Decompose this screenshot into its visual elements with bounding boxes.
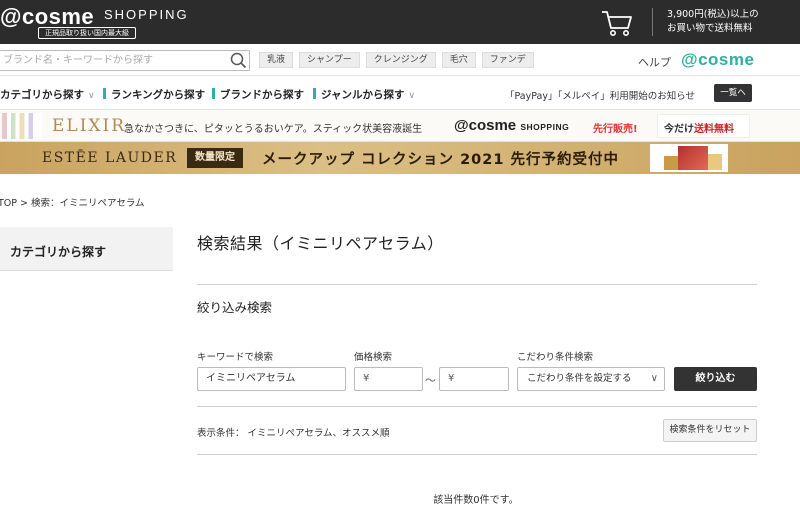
category-nav: カテゴリから探す ∨ ランキングから探す ブランドから探す ジャンルから探す ∨ 「…	[0, 76, 800, 110]
banner-cosme-logo: @cosme SHOPPING	[454, 117, 569, 134]
banner-free-shipping: 今だけ送料無料	[664, 120, 734, 135]
free-shipping-notice: 3,900円(税込)以上の お買い物で送料無料	[652, 8, 800, 36]
nav-category[interactable]: カテゴリから探す ∨	[0, 87, 95, 102]
divider	[197, 454, 757, 455]
limited-badge: 数量限定	[187, 148, 243, 168]
banner-cosme-text: @cosme	[454, 117, 517, 134]
sidebar-category-header[interactable]: カテゴリから探す	[0, 227, 173, 271]
tag-foundation[interactable]: ファンデ	[481, 52, 534, 68]
nav-ranking[interactable]: ランキングから探す	[103, 87, 205, 102]
tag-nyueki[interactable]: 乳液	[259, 52, 294, 68]
search-row: 乳液 シャンプー クレンジング 毛穴 ファンデ ヘルプ @cosme	[0, 44, 800, 76]
help-link[interactable]: ヘルプ	[638, 54, 671, 70]
chevron-down-icon: ∨	[88, 91, 95, 101]
free-shipping-line2: お買い物で送料無料	[667, 23, 753, 34]
product-image	[2, 113, 42, 139]
banner-brand: ESTĒE LAUDER	[42, 150, 178, 166]
banner-brand: ELIXIR	[52, 116, 127, 136]
price-min-input[interactable]: ¥	[354, 367, 423, 391]
price-range-tilde: 〜	[425, 374, 436, 387]
payment-notice-link[interactable]: 「PayPay」「メルペイ」利用開始のお知らせ	[505, 88, 695, 102]
banner-shopping-text: SHOPPING	[520, 122, 570, 132]
nav-divider	[313, 88, 316, 99]
estee-lauder-banner[interactable]: ESTĒE LAUDER 数量限定 メークアップ コレクション 2021 先行予…	[0, 142, 800, 174]
breadcrumb[interactable]: TOP > 検索：イミニリペアセラム	[0, 195, 145, 209]
chevron-down-icon: ∨	[650, 373, 658, 384]
nav-genre-label: ジャンルから探す	[321, 89, 405, 101]
divider	[197, 284, 757, 285]
condition-select-value: こだわり条件を設定する	[527, 373, 632, 384]
nav-divider	[103, 88, 106, 99]
shopping-logo-text[interactable]: SHOPPING	[104, 7, 189, 22]
nav-brand-label: ブランドから探す	[220, 89, 304, 101]
search-box	[0, 50, 250, 71]
banner-free-text: 送料無料	[694, 124, 734, 135]
top-header: @cosme SHOPPING 正規品取り扱い国内最大級 3,900円(税込)以…	[0, 0, 800, 44]
banner-first-sale: 先行販売!	[593, 124, 638, 135]
tag-cleansing[interactable]: クレンジング	[365, 52, 436, 68]
no-result-message: 該当件数0件です。	[433, 495, 519, 506]
tag-pores[interactable]: 毛穴	[441, 52, 476, 68]
condition-label: こだわり条件検索	[517, 352, 594, 363]
price-max-input[interactable]: ¥	[439, 367, 509, 391]
banner-text: 急なかさつきに、ピタッとうるおいケア。スティック状美容液誕生	[124, 124, 423, 135]
display-condition: 表示条件： イミニリペアセラム、オススメ順	[197, 428, 390, 439]
product-image	[650, 144, 728, 172]
keyword-label: キーワードで検索	[197, 352, 274, 363]
price-label: 価格検索	[354, 352, 393, 363]
filter-section-title: 絞り込み検索	[197, 300, 273, 315]
chevron-down-icon: ∨	[408, 91, 416, 101]
banner-text: メークアップ コレクション 2021 先行予約受付中	[262, 152, 619, 168]
nav-category-label: カテゴリから探す	[0, 89, 84, 101]
nav-brand[interactable]: ブランドから探す	[212, 87, 304, 102]
search-icon[interactable]	[229, 52, 247, 69]
free-shipping-line1: 3,900円(税込)以上の	[667, 9, 759, 20]
popular-tags: 乳液 シャンプー クレンジング 毛穴 ファンデ	[259, 52, 534, 68]
page-title: 検索結果（イミニリペアセラム）	[197, 234, 444, 253]
notice-list-button[interactable]: 一覧へ	[714, 84, 752, 102]
elixir-banner[interactable]: ELIXIR 急なかさつきに、ピタッとうるおいケア。スティック状美容液誕生 @c…	[0, 110, 800, 142]
condition-select[interactable]: こだわり条件を設定する ∨	[517, 367, 665, 391]
divider	[197, 406, 757, 407]
keyword-input[interactable]: イミニリペアセラム	[197, 367, 346, 391]
nav-ranking-label: ランキングから探す	[111, 89, 206, 101]
reset-conditions-button[interactable]: 検索条件をリセット	[663, 419, 757, 442]
cart-icon[interactable]	[600, 8, 634, 38]
search-input[interactable]	[3, 53, 218, 68]
banner-free-prefix: 今だけ	[664, 124, 694, 135]
tag-shampoo[interactable]: シャンプー	[299, 52, 360, 68]
header-badge: 正規品取り扱い国内最大級	[38, 27, 136, 39]
filter-submit-button[interactable]: 絞り込む	[674, 367, 757, 391]
nav-divider	[212, 88, 215, 99]
cosme-site-logo[interactable]: @cosme	[681, 50, 754, 70]
nav-genre[interactable]: ジャンルから探す ∨	[313, 87, 415, 102]
